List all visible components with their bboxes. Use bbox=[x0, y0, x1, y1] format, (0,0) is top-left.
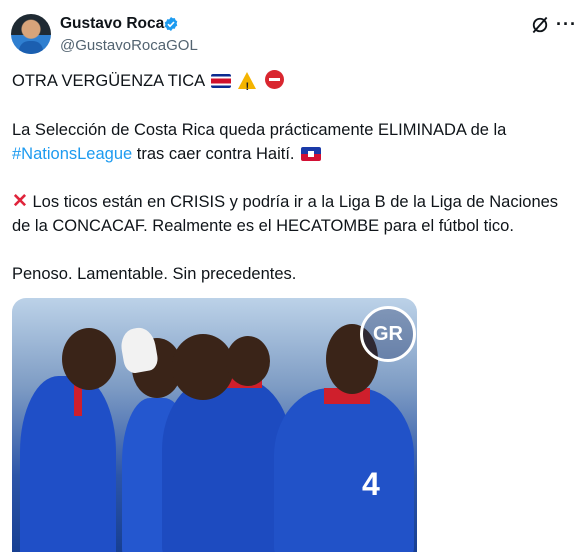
haiti-flag-icon bbox=[301, 147, 322, 161]
costa-rica-flag-icon bbox=[210, 74, 231, 88]
verified-badge-icon bbox=[164, 17, 178, 31]
no-entry-icon bbox=[265, 70, 285, 89]
tweet-line-4: ✕ Los ticos están en CRISIS y podría ir … bbox=[12, 190, 558, 214]
cross-mark-icon: ✕ bbox=[12, 191, 28, 212]
tweet-line-5: de la CONCACAF. Realmente es el HECATOMB… bbox=[12, 217, 514, 235]
jersey-number: 4 bbox=[362, 466, 380, 502]
tweet-text-4: Los ticos están en CRISIS y podría ir a … bbox=[27, 193, 559, 211]
grok-icon[interactable] bbox=[530, 15, 550, 35]
hashtag-link[interactable]: #NationsLeague bbox=[12, 145, 132, 163]
tweet-text-3: tras caer contra Haití. bbox=[132, 145, 295, 163]
avatar[interactable] bbox=[11, 14, 51, 54]
tweet-line-1: OTRA VERGÜENZA TICA ! bbox=[12, 69, 285, 93]
author-handle[interactable]: @GustavoRocaGOL bbox=[60, 37, 198, 55]
tweet-line-6: Penoso. Lamentable. Sin precedentes. bbox=[12, 265, 297, 283]
more-options-icon[interactable]: ··· bbox=[556, 14, 577, 34]
warning-icon: ! bbox=[238, 72, 257, 93]
author-name[interactable]: Gustavo Roca bbox=[60, 14, 164, 34]
tweet-line-3: #NationsLeague tras caer contra Haití. bbox=[12, 142, 322, 166]
tweet-line-2: La Selección de Costa Rica queda práctic… bbox=[12, 121, 507, 139]
tweet-text-1: OTRA VERGÜENZA TICA bbox=[12, 72, 205, 90]
tweet-media-image[interactable]: 4 GR bbox=[12, 298, 417, 552]
media-watermark-logo: GR bbox=[360, 306, 416, 362]
